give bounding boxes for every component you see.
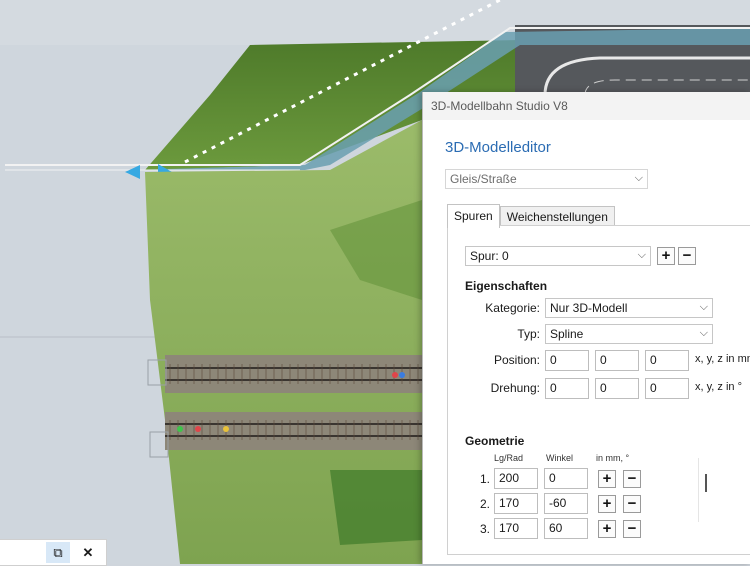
add-segment-button[interactable]: + (598, 470, 616, 488)
position-z-input[interactable]: 0 (645, 350, 689, 371)
track-bed-upper (165, 355, 422, 393)
geometry-scroll-thumb[interactable] (705, 474, 707, 492)
position-y-input[interactable]: 0 (595, 350, 639, 371)
row-angle-input[interactable]: -60 (544, 493, 588, 514)
geometry-col-lg: Lg/Rad (494, 453, 524, 463)
model-type-select[interactable]: Gleis/Straße ⌵ (445, 169, 648, 189)
geometry-col-angle: Winkel (546, 453, 574, 463)
row-length-input[interactable]: 200 (494, 468, 538, 489)
model-type-value: Gleis/Straße (450, 172, 517, 186)
editor-heading: 3D-Modelleditor (445, 139, 551, 156)
row-length-input[interactable]: 170 (494, 518, 538, 539)
track-select-value: Spur: 0 (470, 249, 509, 263)
row-angle-input[interactable]: 60 (544, 518, 588, 539)
row-length-input[interactable]: 170 (494, 493, 538, 514)
remove-track-button[interactable]: − (678, 247, 696, 265)
add-segment-button[interactable]: + (598, 495, 616, 513)
add-track-button[interactable]: + (657, 247, 675, 265)
position-x-input[interactable]: 0 (545, 350, 589, 371)
editor-tabs: Spuren Weichenstellungen (447, 204, 615, 228)
row-index: 3. (479, 522, 490, 536)
row-index: 1. (479, 472, 490, 486)
close-icon[interactable]: ✕ (76, 542, 100, 563)
geometry-title: Geometrie (465, 434, 525, 448)
position-unit: x, y, z in mm (695, 353, 750, 365)
model-editor-window: 3D-Modellbahn Studio V8 3D-Modelleditor … (422, 92, 750, 564)
properties-title: Eigenschaften (465, 279, 548, 293)
rotation-unit: x, y, z in ° (695, 381, 742, 393)
rotation-y-input[interactable]: 0 (595, 378, 639, 399)
chevron-down-icon: ⌵ (634, 172, 643, 184)
row-angle-input[interactable]: 0 (544, 468, 588, 489)
rotation-label: Drehung: (490, 381, 540, 395)
track-bed-lower (165, 412, 422, 450)
track-select[interactable]: Spur: 0 ⌵ (465, 246, 651, 266)
chevron-down-icon: ⌵ (699, 327, 708, 339)
popout-icon[interactable]: ⧉ (46, 542, 70, 563)
rotation-x-input[interactable]: 0 (545, 378, 589, 399)
geometry-col-unit: in mm, ° (596, 453, 630, 463)
position-label: Position: (493, 353, 540, 367)
row-index: 2. (479, 497, 490, 511)
typ-select[interactable]: Spline ⌵ (545, 324, 713, 344)
remove-segment-button[interactable]: − (623, 495, 641, 513)
add-segment-button[interactable]: + (598, 520, 616, 538)
typ-value: Spline (550, 327, 584, 341)
typ-label: Typ: (517, 327, 540, 341)
window-title: 3D-Modellbahn Studio V8 (431, 99, 568, 113)
mini-toolbar: ⧉ ✕ (0, 539, 107, 566)
rotation-z-input[interactable]: 0 (645, 378, 689, 399)
remove-segment-button[interactable]: − (623, 520, 641, 538)
window-titlebar[interactable]: 3D-Modellbahn Studio V8 (423, 92, 750, 120)
kategorie-label: Kategorie: (485, 301, 540, 315)
remove-segment-button[interactable]: − (623, 470, 641, 488)
chevron-down-icon: ⌵ (699, 301, 708, 313)
kategorie-select[interactable]: Nur 3D-Modell ⌵ (545, 298, 713, 318)
chevron-down-icon: ⌵ (637, 249, 646, 261)
tab-panel-spuren: Spur: 0 ⌵ + − Eigenschaften Kategorie: N… (447, 225, 750, 555)
tab-weichenstellungen[interactable]: Weichenstellungen (499, 206, 615, 227)
kategorie-value: Nur 3D-Modell (550, 301, 628, 315)
tab-spuren[interactable]: Spuren (447, 204, 500, 228)
